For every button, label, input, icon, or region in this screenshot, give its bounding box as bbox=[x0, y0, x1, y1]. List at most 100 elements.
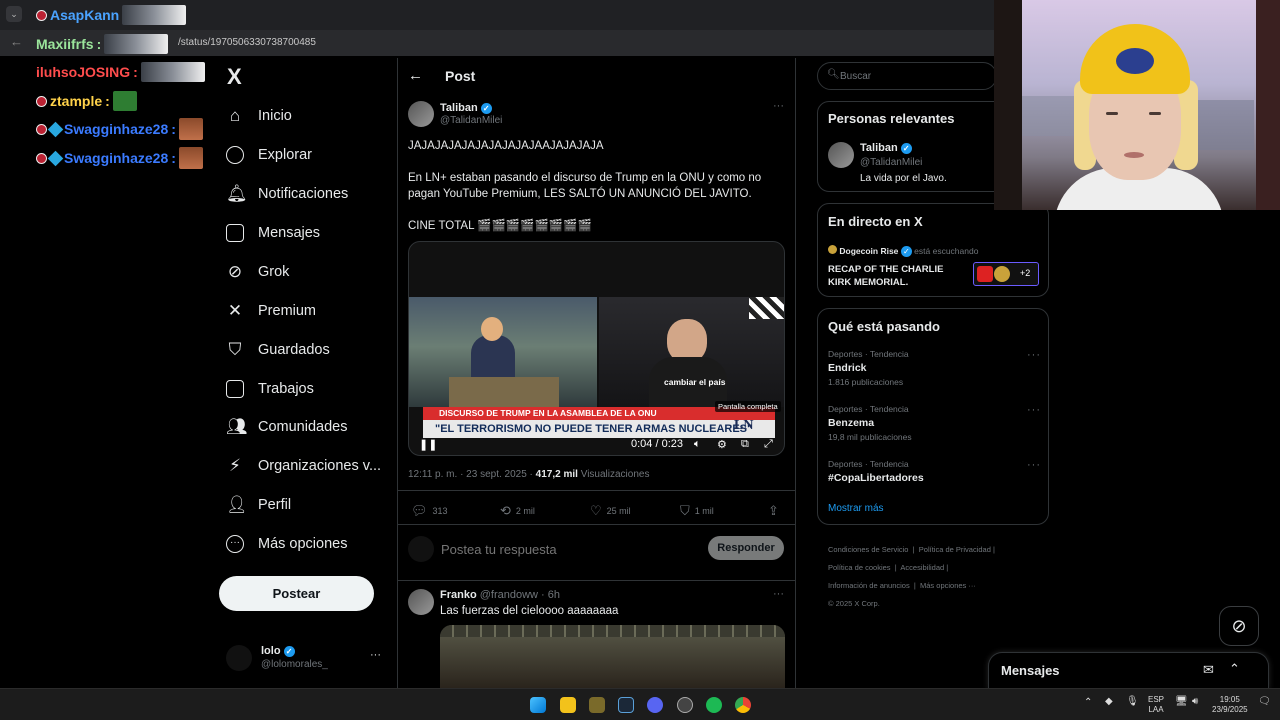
file-explorer-icon[interactable] bbox=[560, 697, 576, 713]
tweet-video[interactable]: cambiar el país DISCURSO DE TRUMP EN LA … bbox=[408, 241, 785, 456]
nav-label: Perfil bbox=[258, 497, 292, 513]
chat-badge-icon bbox=[36, 9, 47, 21]
nav-organizaciones[interactable]: ⚡︎ Organizaciones v... bbox=[226, 457, 381, 475]
tweet-handle[interactable]: @TalidanMilei bbox=[440, 115, 502, 126]
relevant-avatar[interactable] bbox=[828, 142, 854, 168]
chrome-icon[interactable] bbox=[735, 697, 751, 713]
microphone-icon[interactable]: 🎙︎ bbox=[1126, 697, 1139, 707]
video-controls: ❚❚ 0:04 / 0:23 🔈︎ ⚙ ⧉ ⤢ bbox=[409, 435, 784, 455]
reply-media[interactable] bbox=[440, 625, 785, 688]
pause-icon[interactable]: ❚❚ bbox=[419, 438, 437, 451]
settings-gear-icon[interactable]: ⚙ bbox=[717, 438, 727, 451]
footer-link[interactable]: Política de cookies bbox=[828, 563, 891, 572]
reply-input[interactable] bbox=[441, 538, 691, 560]
reply-header[interactable]: Franko @frandoww · 6h bbox=[440, 589, 560, 601]
app-icon[interactable] bbox=[589, 697, 605, 713]
network-icon[interactable]: 🖥︎ bbox=[1175, 697, 1188, 707]
tab-list-button[interactable]: ⌄ bbox=[6, 6, 22, 22]
repost-action[interactable]: ⟲ 2 mil bbox=[500, 503, 535, 519]
reply-button[interactable]: Responder bbox=[708, 536, 784, 560]
chat-emote bbox=[178, 118, 203, 140]
account-avatar[interactable] bbox=[226, 645, 252, 671]
grok-float-button[interactable]: ⊘ bbox=[1219, 606, 1259, 646]
verified-icon: ✓ bbox=[900, 246, 912, 257]
footer-link[interactable]: Accesibilidad bbox=[900, 563, 944, 572]
nav-mensajes[interactable]: Mensajes bbox=[226, 224, 320, 242]
nav-explorar[interactable]: Explorar bbox=[226, 146, 312, 164]
nav-perfil[interactable]: 👤︎ Perfil bbox=[226, 496, 291, 514]
bookmark-action[interactable]: ⛉ 1 mil bbox=[680, 503, 714, 519]
new-message-icon[interactable]: ✉ bbox=[1203, 662, 1214, 678]
messages-drawer-title: Mensajes bbox=[1001, 663, 1060, 678]
nav-premium[interactable]: ✕ Premium bbox=[226, 302, 316, 320]
tweet-author[interactable]: Taliban ✓ bbox=[440, 102, 492, 114]
share-action[interactable]: ⇪ bbox=[768, 503, 779, 519]
reply-more-icon[interactable]: ··· bbox=[773, 588, 784, 600]
trend-item[interactable]: Deportes · Tendencia #CopaLibertadores bbox=[828, 459, 924, 484]
nav-comunidades[interactable]: 👥︎ Comunidades bbox=[226, 418, 347, 436]
trend-item[interactable]: Deportes · Tendencia Endrick 1.816 publi… bbox=[828, 349, 909, 387]
live-host-line[interactable]: Dogecoin Rise ✓ está escuchando bbox=[828, 245, 978, 257]
app-icon[interactable] bbox=[677, 697, 693, 713]
nav-trabajos[interactable]: Trabajos bbox=[226, 380, 314, 398]
nav-inicio[interactable]: ⌂ Inicio bbox=[226, 107, 292, 125]
verified-icon: ✓ bbox=[900, 143, 912, 154]
picture-in-picture-icon[interactable]: ⧉ bbox=[741, 438, 749, 451]
trend-more-icon[interactable]: ··· bbox=[1027, 459, 1041, 471]
nav-grok[interactable]: ⊘ Grok bbox=[226, 263, 290, 281]
chat-badge-icon bbox=[36, 152, 47, 164]
chat-emote bbox=[122, 5, 187, 25]
nav-label: Explorar bbox=[258, 147, 312, 163]
chat-badge-cube-icon bbox=[47, 121, 64, 137]
messages-drawer[interactable]: Mensajes ✉ ⌃ bbox=[988, 652, 1269, 689]
tray-app-icon[interactable]: ◆ bbox=[1105, 697, 1113, 707]
tweet-author-avatar[interactable] bbox=[408, 101, 434, 127]
show-more-link[interactable]: Mostrar más bbox=[828, 503, 884, 514]
footer-link[interactable]: Política de Privacidad bbox=[919, 545, 991, 554]
x-logo[interactable]: X bbox=[227, 64, 242, 90]
repost-icon: ⟲ bbox=[500, 503, 511, 518]
notification-icon[interactable]: 🗨︎ bbox=[1258, 697, 1271, 707]
trend-more-icon[interactable]: ··· bbox=[1027, 404, 1041, 416]
back-arrow-icon[interactable]: ← bbox=[408, 67, 423, 84]
address-url[interactable]: /status/1970506330738700485 bbox=[178, 37, 316, 48]
trend-more-icon[interactable]: ··· bbox=[1027, 349, 1041, 361]
expand-up-icon[interactable]: ⌃ bbox=[1229, 661, 1240, 677]
windows-start-icon[interactable] bbox=[530, 697, 546, 713]
live-listeners[interactable]: +2 bbox=[973, 262, 1039, 286]
clock[interactable]: 19:05 23/9/2025 bbox=[1212, 695, 1248, 715]
volume-icon[interactable]: 🔈︎ bbox=[694, 438, 701, 451]
tweet-more-icon[interactable]: ··· bbox=[773, 100, 784, 112]
volume-icon[interactable]: 🔊︎ bbox=[1192, 697, 1198, 707]
nav-guardados[interactable]: ⛉ Guardados bbox=[226, 341, 330, 359]
chat-line: Swagginhaze28: bbox=[36, 118, 203, 140]
post-button[interactable]: Postear bbox=[219, 576, 374, 611]
steam-icon[interactable] bbox=[618, 697, 634, 713]
like-action[interactable]: ♡ 25 mil bbox=[590, 503, 631, 519]
input-language[interactable]: ESP LAA bbox=[1148, 695, 1164, 715]
chat-username: AsapKann bbox=[50, 7, 120, 23]
footer-link[interactable]: Información de anuncios bbox=[828, 581, 910, 590]
discord-icon[interactable] bbox=[647, 697, 663, 713]
account-name[interactable]: lolo ✓ bbox=[261, 645, 295, 657]
fullscreen-icon[interactable]: ⤢ bbox=[764, 438, 773, 451]
browser-back-icon[interactable]: ← bbox=[10, 34, 23, 49]
live-event[interactable]: RECAP OF THE CHARLIE KIRK MEMORIAL. bbox=[828, 263, 968, 289]
spotify-icon[interactable] bbox=[706, 697, 722, 713]
account-more-icon[interactable]: ··· bbox=[370, 649, 381, 661]
footer-link[interactable]: Más opciones ··· bbox=[920, 581, 976, 590]
nav-mas-opciones[interactable]: ··· Más opciones bbox=[226, 535, 347, 553]
footer-link[interactable]: Condiciones de Servicio bbox=[828, 545, 908, 554]
footer-links: Condiciones de Servicio | Política de Pr… bbox=[828, 545, 995, 608]
reply-author-avatar[interactable] bbox=[408, 589, 434, 615]
mail-icon bbox=[226, 224, 244, 242]
relevant-name[interactable]: Taliban ✓ bbox=[860, 142, 912, 154]
nav-notificaciones[interactable]: 🔔︎ Notificaciones bbox=[226, 185, 348, 203]
bookmark-icon: ⛉ bbox=[228, 340, 242, 359]
trend-item[interactable]: Deportes · Tendencia Benzema 19,8 mil pu… bbox=[828, 404, 912, 442]
video-time: 0:04 / 0:23 bbox=[631, 438, 683, 450]
search-box[interactable]: 🔍︎ Buscar bbox=[817, 62, 997, 90]
reply-action[interactable]: 💬︎ 313 bbox=[411, 503, 448, 519]
tray-chevron-icon[interactable]: ⌃ bbox=[1084, 698, 1092, 708]
reply-composer-avatar bbox=[408, 536, 434, 562]
